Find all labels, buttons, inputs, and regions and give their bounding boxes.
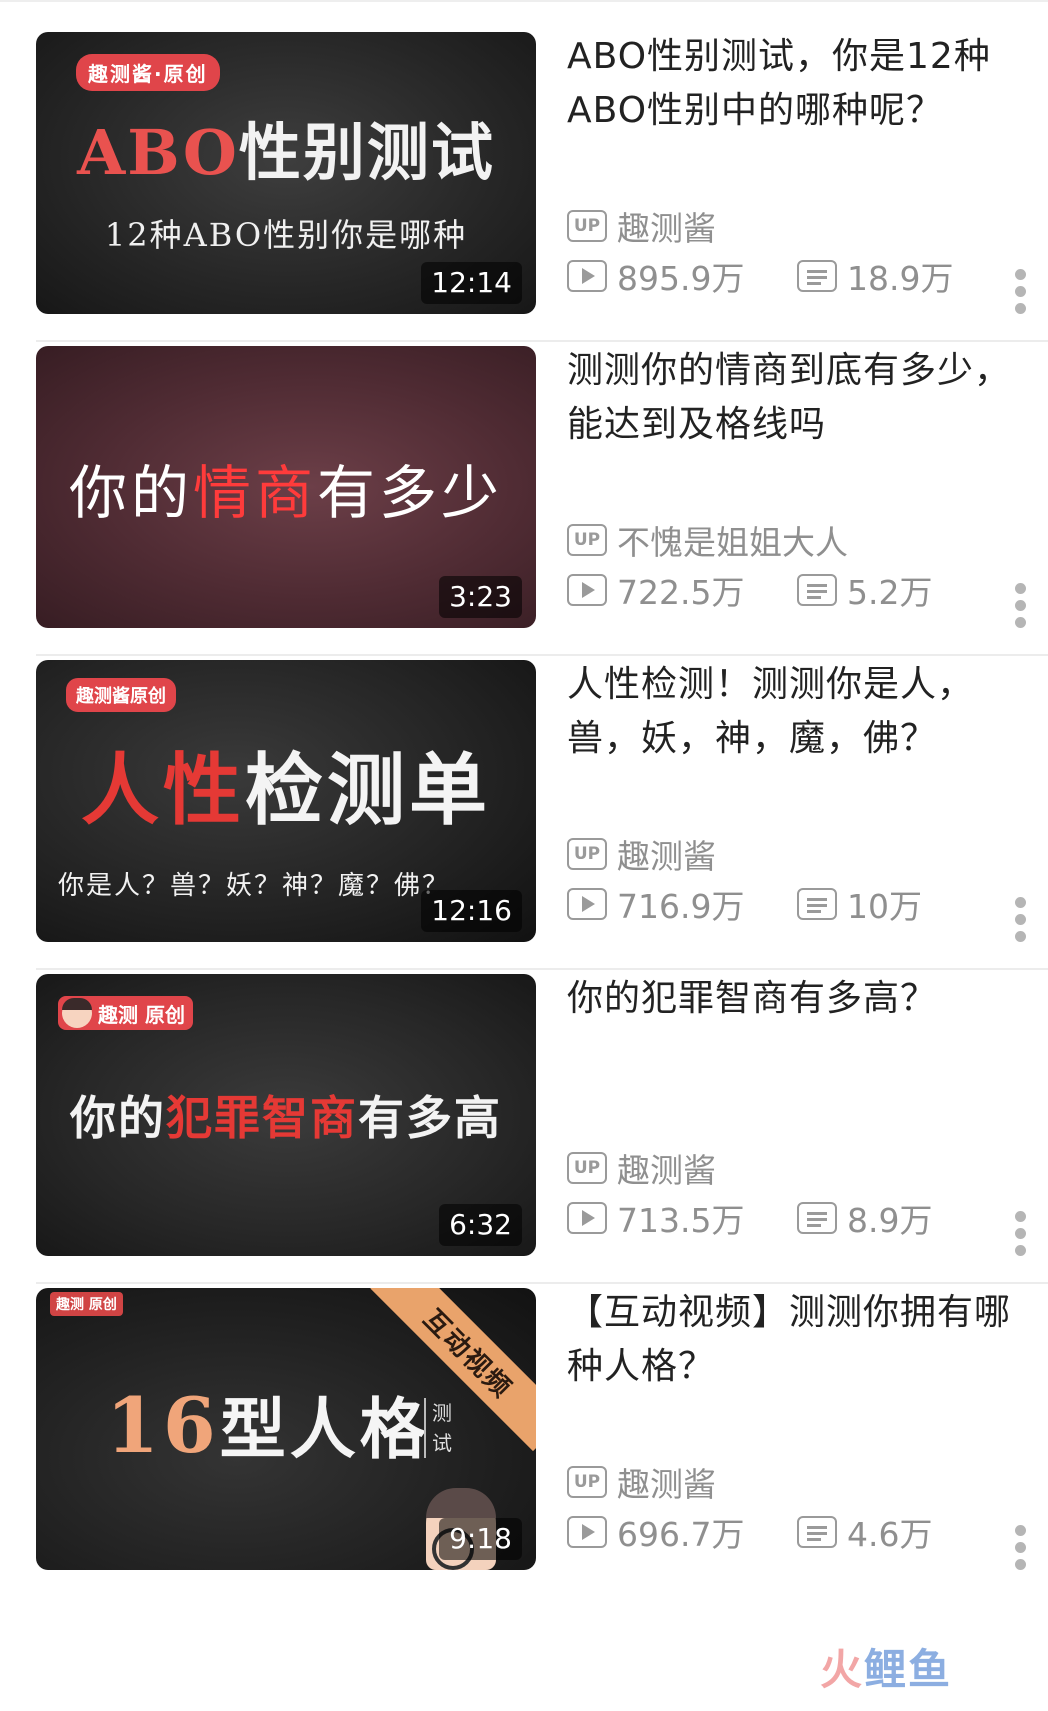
video-duration: 9:18 [439,1518,522,1560]
play-count-icon [567,888,607,920]
danmaku-count: 4.6万 [847,1515,933,1554]
thumb-side-text: 测试 [424,1398,458,1458]
up-icon: UP [567,524,607,556]
thumb-title: 你的犯罪智商有多高 [70,1091,502,1145]
thumb-badge: 趣测酱·原创 [76,54,220,91]
more-vertical-icon[interactable] [1013,580,1027,631]
danmaku-count: 10万 [847,887,922,926]
view-count: 696.7万 [617,1515,745,1554]
video-info: 测测你的情商到底有多少，能达到及格线吗 UP 不愧是姐姐大人 722.5万 5.… [567,346,1027,628]
more-vertical-icon[interactable] [1013,894,1027,945]
video-title[interactable]: 人性检测！测测你是人，兽，妖，神，魔，佛？ [567,658,1027,768]
video-title[interactable]: 【互动视频】测测你拥有哪种人格？ [567,1286,1027,1396]
mascot-icon [62,998,92,1028]
video-info: ABO性别测试，你是12种ABO性别中的哪种呢？ UP 趣测酱 895.9万 1… [567,32,1027,314]
play-count-icon [567,1516,607,1548]
view-count: 713.5万 [617,1201,745,1240]
play-count-icon [567,574,607,606]
video-info: 你的犯罪智商有多高？ UP 趣测酱 713.5万 8.9万 [567,974,1027,1256]
danmaku-count: 8.9万 [847,1201,933,1240]
video-item[interactable]: 趣测 原创 互动视频 16型人格 测试 9:18 【互动视频】测测你拥有哪种人格… [0,1256,1048,1598]
thumb-title: ABO性别测试 [36,102,536,192]
watermark-logo: 火鲤鱼 [820,1645,953,1694]
thumb-title: 人性检测单 [80,745,492,836]
uploader-row[interactable]: UP 趣测酱 [567,830,716,878]
play-count-icon [567,260,607,292]
up-icon: UP [567,838,607,870]
video-title[interactable]: 你的犯罪智商有多高？ [567,972,1027,1082]
play-count-icon [567,1202,607,1234]
video-duration: 3:23 [439,576,522,618]
more-vertical-icon[interactable] [1013,266,1027,317]
danmaku-icon [797,260,837,292]
uploader-row[interactable]: UP 不愧是姐姐大人 [567,516,848,564]
video-title[interactable]: ABO性别测试，你是12种ABO性别中的哪种呢？ [567,30,1027,140]
channel-logo: 趣测 原创 [50,1292,123,1316]
video-thumbnail[interactable]: 你的情商有多少 3:23 [36,346,536,628]
thumb-subtitle: 12种ABO性别你是哪种 [104,216,468,254]
stats-row: 722.5万 5.2万 [567,566,1027,614]
danmaku-icon [797,1516,837,1548]
thumb-subtitle: 你是人？兽？妖？神？魔？佛？ [58,871,451,901]
danmaku-icon [797,888,837,920]
view-count: 895.9万 [617,259,745,298]
more-vertical-icon[interactable] [1013,1208,1027,1259]
uploader-row[interactable]: UP 趣测酱 [567,1144,716,1192]
uploader-name: 趣测酱 [617,837,716,876]
video-thumbnail[interactable]: 趣测 原创 互动视频 16型人格 测试 9:18 [36,1288,536,1570]
video-thumbnail[interactable]: 趣测 原创 你的犯罪智商有多高 6:32 [36,974,536,1256]
stats-row: 696.7万 4.6万 [567,1508,1027,1556]
danmaku-count: 5.2万 [847,573,933,612]
uploader-name: 趣测酱 [617,1151,716,1190]
stats-row: 713.5万 8.9万 [567,1194,1027,1242]
video-duration: 12:16 [421,890,522,932]
channel-logo: 趣测 原创 [58,996,193,1030]
thumb-title-red: ABO [77,116,239,189]
danmaku-icon [797,1202,837,1234]
video-duration: 6:32 [439,1204,522,1246]
more-vertical-icon[interactable] [1013,1522,1027,1573]
up-icon: UP [567,1466,607,1498]
thumb-badge: 趣测酱原创 [66,678,176,712]
up-icon: UP [567,1152,607,1184]
video-item[interactable]: 趣测 原创 你的犯罪智商有多高 6:32 你的犯罪智商有多高？ UP 趣测酱 7… [0,942,1048,1284]
stats-row: 895.9万 18.9万 [567,252,1027,300]
stats-row: 716.9万 10万 [567,880,1027,928]
uploader-row[interactable]: UP 趣测酱 [567,1458,716,1506]
thumb-title: 16型人格 [106,1381,430,1470]
view-count: 722.5万 [617,573,745,612]
video-info: 人性检测！测测你是人，兽，妖，神，魔，佛？ UP 趣测酱 716.9万 10万 [567,660,1027,942]
video-item[interactable]: 趣测酱原创 人性检测单 你是人？兽？妖？神？魔？佛？ 12:16 人性检测！测测… [0,628,1048,970]
video-item[interactable]: 你的情商有多少 3:23 测测你的情商到底有多少，能达到及格线吗 UP 不愧是姐… [0,314,1048,656]
video-info: 【互动视频】测测你拥有哪种人格？ UP 趣测酱 696.7万 4.6万 [567,1288,1027,1570]
danmaku-count: 18.9万 [847,259,954,298]
video-duration: 12:14 [421,262,522,304]
uploader-name: 不愧是姐姐大人 [617,523,848,562]
thumb-title: 你的情商有多少 [68,459,504,527]
view-count: 716.9万 [617,887,745,926]
video-thumbnail[interactable]: 趣测酱原创 人性检测单 你是人？兽？妖？神？魔？佛？ 12:16 [36,660,536,942]
danmaku-icon [797,574,837,606]
uploader-name: 趣测酱 [617,209,716,248]
up-icon: UP [567,210,607,242]
video-item[interactable]: 趣测酱·原创 ABO性别测试 12种ABO性别你是哪种 12:14 ABO性别测… [0,0,1048,342]
video-title[interactable]: 测测你的情商到底有多少，能达到及格线吗 [567,344,1027,454]
uploader-row[interactable]: UP 趣测酱 [567,202,716,250]
uploader-name: 趣测酱 [617,1465,716,1504]
video-thumbnail[interactable]: 趣测酱·原创 ABO性别测试 12种ABO性别你是哪种 12:14 [36,32,536,314]
thumb-title-white: 性别测试 [238,116,495,189]
